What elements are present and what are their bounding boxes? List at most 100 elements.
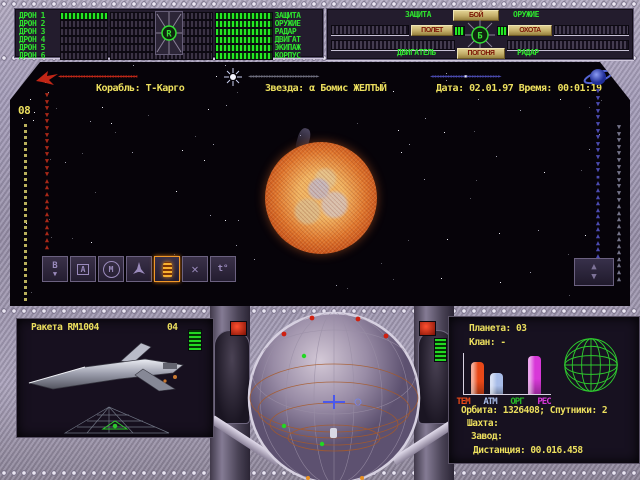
- chip-a-button[interactable]: A: [70, 256, 96, 282]
- planet-stats-chart: [463, 353, 551, 395]
- rocket-count: 04: [167, 322, 178, 333]
- drone-label: ДРОН 5: [19, 43, 45, 52]
- ship-icon: [133, 262, 145, 274]
- clan-label: Клан: -: [469, 337, 506, 348]
- weapons-label: ОРУЖИЕ: [513, 10, 539, 19]
- led-bar: [59, 19, 109, 28]
- chart-bar-res: [528, 356, 541, 394]
- move-cross-icon: ✕: [191, 261, 199, 276]
- engine-label: ДВИГАТЕЛЬ: [397, 48, 436, 57]
- temperature-button[interactable]: t°: [210, 256, 236, 282]
- led-quad: [497, 26, 508, 36]
- chip-a-icon: A: [76, 263, 90, 275]
- led-bar: [214, 27, 273, 36]
- system-label: КОРПУС: [274, 51, 301, 60]
- seat-left: [214, 330, 250, 424]
- radar-label: РАДАР: [517, 48, 539, 57]
- planet-bomis[interactable]: [265, 142, 377, 254]
- left-gauge-label: 08: [18, 104, 31, 117]
- move-cross-button[interactable]: ✕: [182, 256, 208, 282]
- led-strip: [331, 40, 455, 50]
- drone-label: ДРОН 4: [19, 35, 45, 44]
- led-bar: [59, 35, 109, 44]
- drone-label: ДРОН 1: [19, 11, 45, 20]
- rocket-screen: Ракета RM1004 04: [16, 318, 214, 438]
- altitude-updown-button[interactable]: ▲ ▼: [574, 258, 614, 286]
- target-m-icon: M: [102, 260, 120, 278]
- ship-view-button[interactable]: [126, 256, 152, 282]
- system-label: ЗАЩИТА: [274, 11, 301, 20]
- led-quad: [454, 26, 465, 36]
- system-label: ОРУЖИЕ: [274, 19, 301, 28]
- led-bar: [214, 35, 273, 44]
- system-label: ЭКИПАЖ: [274, 43, 301, 52]
- led-bar: [59, 27, 109, 36]
- b-eject-button[interactable]: B ▼: [42, 256, 68, 282]
- hunt-button[interactable]: ОХОТА: [508, 25, 552, 36]
- mode-panel: ЗАЩИТА БОЙ ОРУЖИЕ ПОЛЕТ Б ОХОТА ДВИГАТЕЛ…: [326, 8, 634, 60]
- space-viewport: ◄◄◄◄◄◄◄◄◄◄◄◄◄◄◄◄◄◄◄◄◄◄◄◄◄◄◄◄◄◄ Корабль: …: [10, 62, 630, 306]
- target-m-button[interactable]: M: [98, 256, 124, 282]
- blue-arrows-right: ►►►►►►►►►►►►►: [466, 73, 502, 80]
- led-bar: [214, 43, 273, 52]
- game-cockpit-screen: ДРОН 1 ЗАЩИТА ДРОН 2 ОРУЖИЕ ДРОН 3 РАДАР: [0, 0, 640, 480]
- system-label: ДВИГАТ: [274, 35, 301, 44]
- distance-label: Дистанция: 00.016.458: [473, 445, 583, 456]
- sun-icon: [224, 68, 242, 86]
- led-bar: [59, 43, 109, 52]
- led-bar: [214, 19, 273, 28]
- thruster-icon: [162, 261, 172, 277]
- led-bar: [59, 51, 109, 60]
- down-arrow-icon: ▼: [52, 269, 58, 278]
- chart-bar-atm: [490, 373, 503, 394]
- radar-dome-display: [247, 311, 421, 480]
- down-arrow-icon: ▼: [591, 272, 597, 282]
- planet-label: Планета: 03: [469, 323, 527, 334]
- red-lamp-left: [230, 321, 247, 336]
- chart-bar-tem: [471, 362, 484, 394]
- radar-dome: [246, 310, 422, 480]
- command-toolbar: B ▼ A M ✕ t°: [42, 256, 236, 282]
- led-strip: [554, 25, 629, 35]
- left-dash-gauge: [24, 124, 27, 304]
- defense-label: ЗАЩИТА: [405, 10, 431, 19]
- star-name-label: Звезда: α Бомис ЖЕЛТЫЙ: [265, 83, 387, 94]
- svg-text:R: R: [166, 30, 172, 40]
- r-emblem-icon: R: [156, 12, 182, 54]
- datetime-label: Дата: 02.01.97 Время: 00:01:19: [436, 83, 602, 94]
- thruster-button[interactable]: [154, 256, 180, 282]
- led-strip: [331, 25, 409, 35]
- red-arrow-row: ◄◄◄◄◄◄◄◄◄◄◄◄◄◄◄◄◄◄◄◄◄◄◄◄◄◄◄◄◄◄: [58, 73, 137, 80]
- led-bar: [214, 11, 273, 20]
- terrain-wireframe: [63, 406, 170, 434]
- blue-arrow-column: ▼ ▼ ▼ ▼ ▼ ▼ ▼ ▼ ▼ ▼ ▼ ▼ ▼ ▪ ▲ ▲ ▲ ▲ ▲ ▲ …: [595, 87, 601, 265]
- green-led-right: [434, 338, 447, 362]
- b-emblem-icon: Б: [465, 20, 495, 50]
- ship-name-label: Корабль: Т-Карго: [96, 83, 185, 94]
- r-emblem-button[interactable]: R: [155, 11, 183, 55]
- ship-marker-icon: [36, 71, 58, 85]
- gray-arrow-row: ◄◄◄►►►►►►►►►►►►►►►►►►►►►►►►: [248, 73, 320, 80]
- mine-label: Шахта:: [467, 418, 499, 429]
- blue-arrow-row: ◄◄◄◄◄◄◄◄◄◄◄◄◄▪►►►►►►►►►►►►►: [430, 73, 502, 81]
- temperature-icon: t°: [217, 263, 229, 274]
- up-arrow-icon: ▲: [591, 262, 597, 272]
- planet-data-screen: Планета: 03 Клан: - ТЕМ АТМ ОРГ РЕС Орби…: [448, 316, 640, 464]
- drone-status-panel: ДРОН 1 ЗАЩИТА ДРОН 2 ОРУЖИЕ ДРОН 3 РАДАР: [14, 8, 324, 60]
- rocket-model[interactable]: [25, 337, 195, 403]
- drone-label: ДРОН 2: [19, 19, 45, 28]
- factory-label: Завод:: [471, 431, 503, 442]
- frame-rivets-top: [0, 0, 640, 8]
- drone-label: ДРОН 3: [19, 27, 45, 36]
- blue-arrows-left: ◄◄◄◄◄◄◄◄◄◄◄◄◄: [430, 73, 465, 80]
- led-bar: [214, 51, 273, 60]
- system-label: РАДАР: [274, 27, 297, 36]
- flight-button[interactable]: ПОЛЕТ: [411, 25, 453, 36]
- planet-globe-icon[interactable]: [561, 335, 621, 395]
- chase-button[interactable]: ПОГОНЯ: [457, 48, 505, 59]
- red-arrow-column: ▼ ▼ ▼ ▼ ▼ ▼ ▼ ▼ ▼ ▼ ▼ ▼ ▼ ▲ ▲ ▲ ▲ ▲ ▲ ▲ …: [44, 91, 50, 251]
- led-bar: [59, 11, 109, 20]
- planet-marker-icon: [583, 69, 613, 85]
- svg-text:Б: Б: [477, 32, 483, 42]
- drone-label: ДРОН 6: [19, 51, 45, 60]
